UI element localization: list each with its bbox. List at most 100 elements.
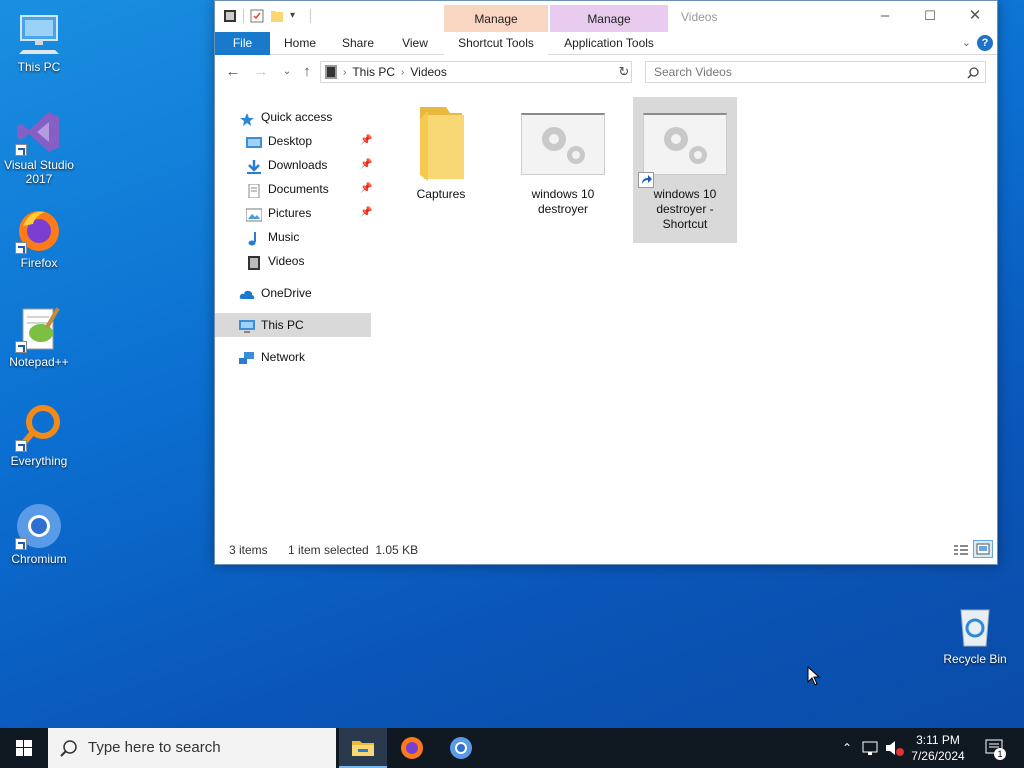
desktop-icon-label: Chromium	[11, 552, 67, 566]
network-status-icon[interactable]	[860, 728, 882, 768]
breadcrumb-separator-icon[interactable]: ›	[401, 67, 404, 78]
item-count: 3 items	[229, 543, 268, 557]
this-pc-icon	[15, 10, 63, 58]
star-icon	[239, 110, 255, 126]
taskbar-firefox[interactable]	[388, 728, 436, 768]
visual-studio-icon	[15, 108, 63, 156]
maximize-button[interactable]: ☐	[907, 1, 953, 32]
taskbar-chromium[interactable]	[437, 728, 485, 768]
firefox-icon	[401, 737, 423, 759]
nav-downloads[interactable]: Downloads	[246, 153, 327, 177]
clock-date: 7/26/2024	[911, 749, 965, 763]
desktop-icon-this-pc[interactable]: This PC	[1, 10, 77, 74]
up-arrow-icon[interactable]: ↑	[297, 63, 317, 81]
nav-onedrive[interactable]: OneDrive	[239, 281, 312, 305]
desktop-icon-label: Firefox	[20, 256, 58, 270]
minimize-button[interactable]: –	[862, 1, 908, 32]
desktop-folder-icon	[246, 134, 262, 148]
properties-icon[interactable]	[250, 8, 264, 24]
large-icons-view-icon[interactable]	[973, 540, 993, 558]
system-clock[interactable]: 3:11 PM 7/26/2024	[900, 732, 976, 764]
nav-music[interactable]: Music	[246, 225, 299, 249]
breadcrumb-videos[interactable]: Videos	[410, 65, 446, 79]
selection-info: 1 item selected 1.05 KB	[288, 543, 419, 557]
breadcrumb-separator-icon[interactable]: ›	[343, 67, 346, 78]
videos-icon	[246, 254, 262, 270]
nav-documents[interactable]: Documents	[246, 177, 329, 201]
tab-shortcut-tools[interactable]: Shortcut Tools	[444, 32, 548, 55]
nav-label: Pictures	[268, 206, 312, 220]
tab-application-tools[interactable]: Application Tools	[550, 32, 668, 55]
context-tab-manage-shortcut: Manage	[444, 5, 548, 32]
nav-label: Videos	[268, 254, 305, 268]
status-bar: 3 items 1 item selected 1.05 KB	[215, 536, 997, 564]
file-explorer-icon	[352, 741, 374, 756]
desktop-icon-visual-studio[interactable]: Visual Studio 2017	[1, 108, 77, 186]
nav-this-pc[interactable]: This PC	[215, 313, 371, 337]
nav-network[interactable]: Network	[239, 345, 305, 369]
tab-share[interactable]: Share	[333, 32, 383, 55]
search-input[interactable]: Search Videos	[645, 61, 986, 83]
pin-icon[interactable]: 📌	[360, 183, 372, 194]
desktop-icon-everything[interactable]: Everything	[1, 404, 77, 468]
address-bar-row: ← → ⌄ ↑ › This PC › Videos ⌄ ↻ Search Vi…	[215, 55, 997, 89]
downloads-arrow-icon	[246, 158, 262, 174]
desktop-icon-notepad-plus-plus[interactable]: Notepad++	[1, 305, 77, 369]
start-button[interactable]	[0, 728, 48, 768]
nav-label: Downloads	[268, 158, 328, 172]
desktop-icon-firefox[interactable]: Firefox	[1, 206, 77, 270]
pin-icon[interactable]: 📌	[360, 207, 372, 218]
desktop-icon-label: Visual Studio 2017	[4, 158, 74, 186]
video-folder-icon[interactable]	[223, 8, 237, 24]
pin-icon[interactable]: 📌	[360, 135, 372, 146]
address-bar[interactable]: › This PC › Videos ⌄	[320, 61, 632, 83]
nav-label: Desktop	[268, 134, 313, 148]
desktop-icon-recycle-bin[interactable]: Recycle Bin	[937, 602, 1013, 666]
desktop-icon-label: Notepad++	[9, 355, 69, 369]
divider	[310, 9, 311, 23]
refresh-icon[interactable]: ↻	[615, 61, 633, 83]
folder-icon	[406, 101, 476, 181]
file-item-windows-10-destroyer[interactable]: windows 10 destroyer	[511, 97, 615, 237]
back-arrow-icon[interactable]: ←	[223, 63, 243, 81]
nav-desktop[interactable]: Desktop	[246, 129, 312, 153]
show-hidden-icons-chevron-icon[interactable]: ⌃	[838, 728, 856, 768]
nav-videos[interactable]: Videos	[246, 249, 304, 273]
breadcrumb-this-pc[interactable]: This PC	[352, 65, 395, 79]
desktop-icon-chromium[interactable]: Chromium	[1, 502, 77, 566]
shortcut-arrow-icon	[15, 144, 27, 156]
details-view-icon[interactable]	[951, 540, 971, 558]
everything-search-icon	[15, 404, 63, 452]
file-item-captures[interactable]: Captures	[389, 97, 493, 221]
recent-locations-chevron-icon[interactable]: ⌄	[277, 63, 297, 81]
file-name: windows 10 destroyer - Shortcut	[653, 187, 717, 231]
windows-logo-icon	[16, 740, 32, 756]
computer-icon	[239, 318, 255, 333]
new-folder-icon[interactable]	[270, 8, 284, 24]
shortcut-overlay-icon	[638, 172, 654, 188]
quick-access-toolbar: ▾	[223, 8, 311, 24]
action-center-icon[interactable]: 1	[982, 728, 1006, 768]
nav-pictures[interactable]: Pictures	[245, 201, 312, 225]
tab-file[interactable]: File	[215, 32, 270, 55]
notepad-plus-plus-icon	[15, 305, 63, 353]
close-button[interactable]: ✕	[952, 1, 998, 32]
taskbar-file-explorer[interactable]	[339, 728, 387, 768]
file-item-windows-10-destroyer-shortcut[interactable]: windows 10 destroyer - Shortcut	[633, 97, 737, 243]
nav-quick-access[interactable]: Quick access	[239, 105, 332, 129]
application-gears-icon	[638, 113, 727, 188]
expand-ribbon-icon[interactable]: ⌄	[962, 36, 971, 49]
tab-home[interactable]: Home	[275, 32, 325, 55]
desktop-icon-label: This PC	[17, 60, 61, 74]
music-note-icon	[246, 230, 262, 246]
help-icon[interactable]: ?	[977, 35, 993, 51]
notification-badge: 1	[994, 748, 1006, 760]
customize-toolbar-dropdown-icon[interactable]: ▾	[290, 8, 304, 24]
forward-arrow-icon[interactable]: →	[251, 63, 271, 81]
pictures-icon	[245, 206, 263, 222]
search-icon	[967, 67, 979, 82]
pin-icon[interactable]: 📌	[360, 159, 372, 170]
taskbar-search-box[interactable]: Type here to search	[48, 728, 336, 768]
tab-view[interactable]: View	[390, 32, 440, 55]
cloud-icon	[239, 286, 255, 300]
